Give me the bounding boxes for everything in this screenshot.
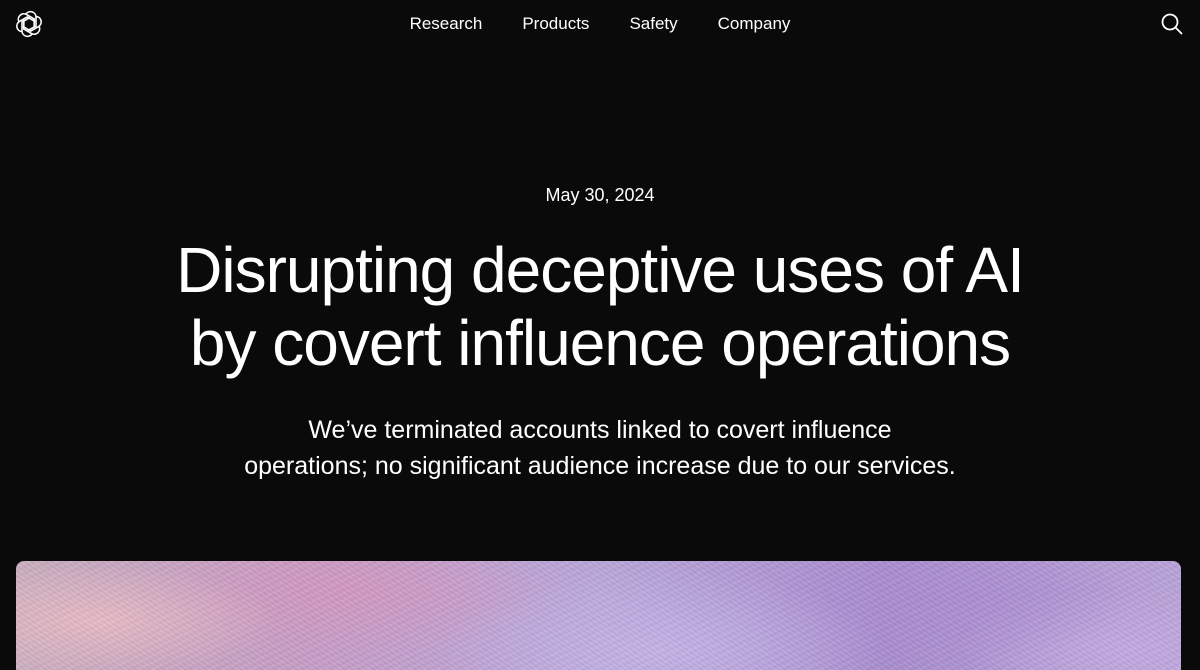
article-hero: May 30, 2024 Disrupting deceptive uses o… bbox=[0, 180, 1200, 484]
nav-link-products[interactable]: Products bbox=[502, 12, 609, 36]
publish-date: May 30, 2024 bbox=[545, 185, 655, 205]
nav-link-safety[interactable]: Safety bbox=[609, 12, 697, 36]
page: Research Products Safety Company May 30,… bbox=[0, 0, 1200, 670]
search-icon bbox=[1161, 13, 1183, 35]
page-title: Disrupting deceptive uses of AI by cover… bbox=[150, 234, 1050, 380]
title-line-1: Disrupting deceptive uses of AI bbox=[176, 234, 1025, 306]
title-line-2: by covert influence operations bbox=[189, 307, 1011, 379]
hero-image bbox=[16, 561, 1181, 670]
primary-nav: Research Products Safety Company bbox=[0, 12, 1200, 36]
nav-link-research[interactable]: Research bbox=[390, 12, 503, 36]
search-button[interactable] bbox=[1160, 12, 1184, 36]
subtitle-line-1: We’ve terminated accounts linked to cove… bbox=[308, 416, 892, 444]
hero-image-texture bbox=[16, 561, 1181, 670]
top-navigation: Research Products Safety Company bbox=[0, 0, 1200, 48]
nav-link-company[interactable]: Company bbox=[698, 12, 811, 36]
subtitle-line-2: operations; no significant audience incr… bbox=[244, 452, 956, 480]
article-subtitle: We’ve terminated accounts linked to cove… bbox=[210, 412, 990, 484]
